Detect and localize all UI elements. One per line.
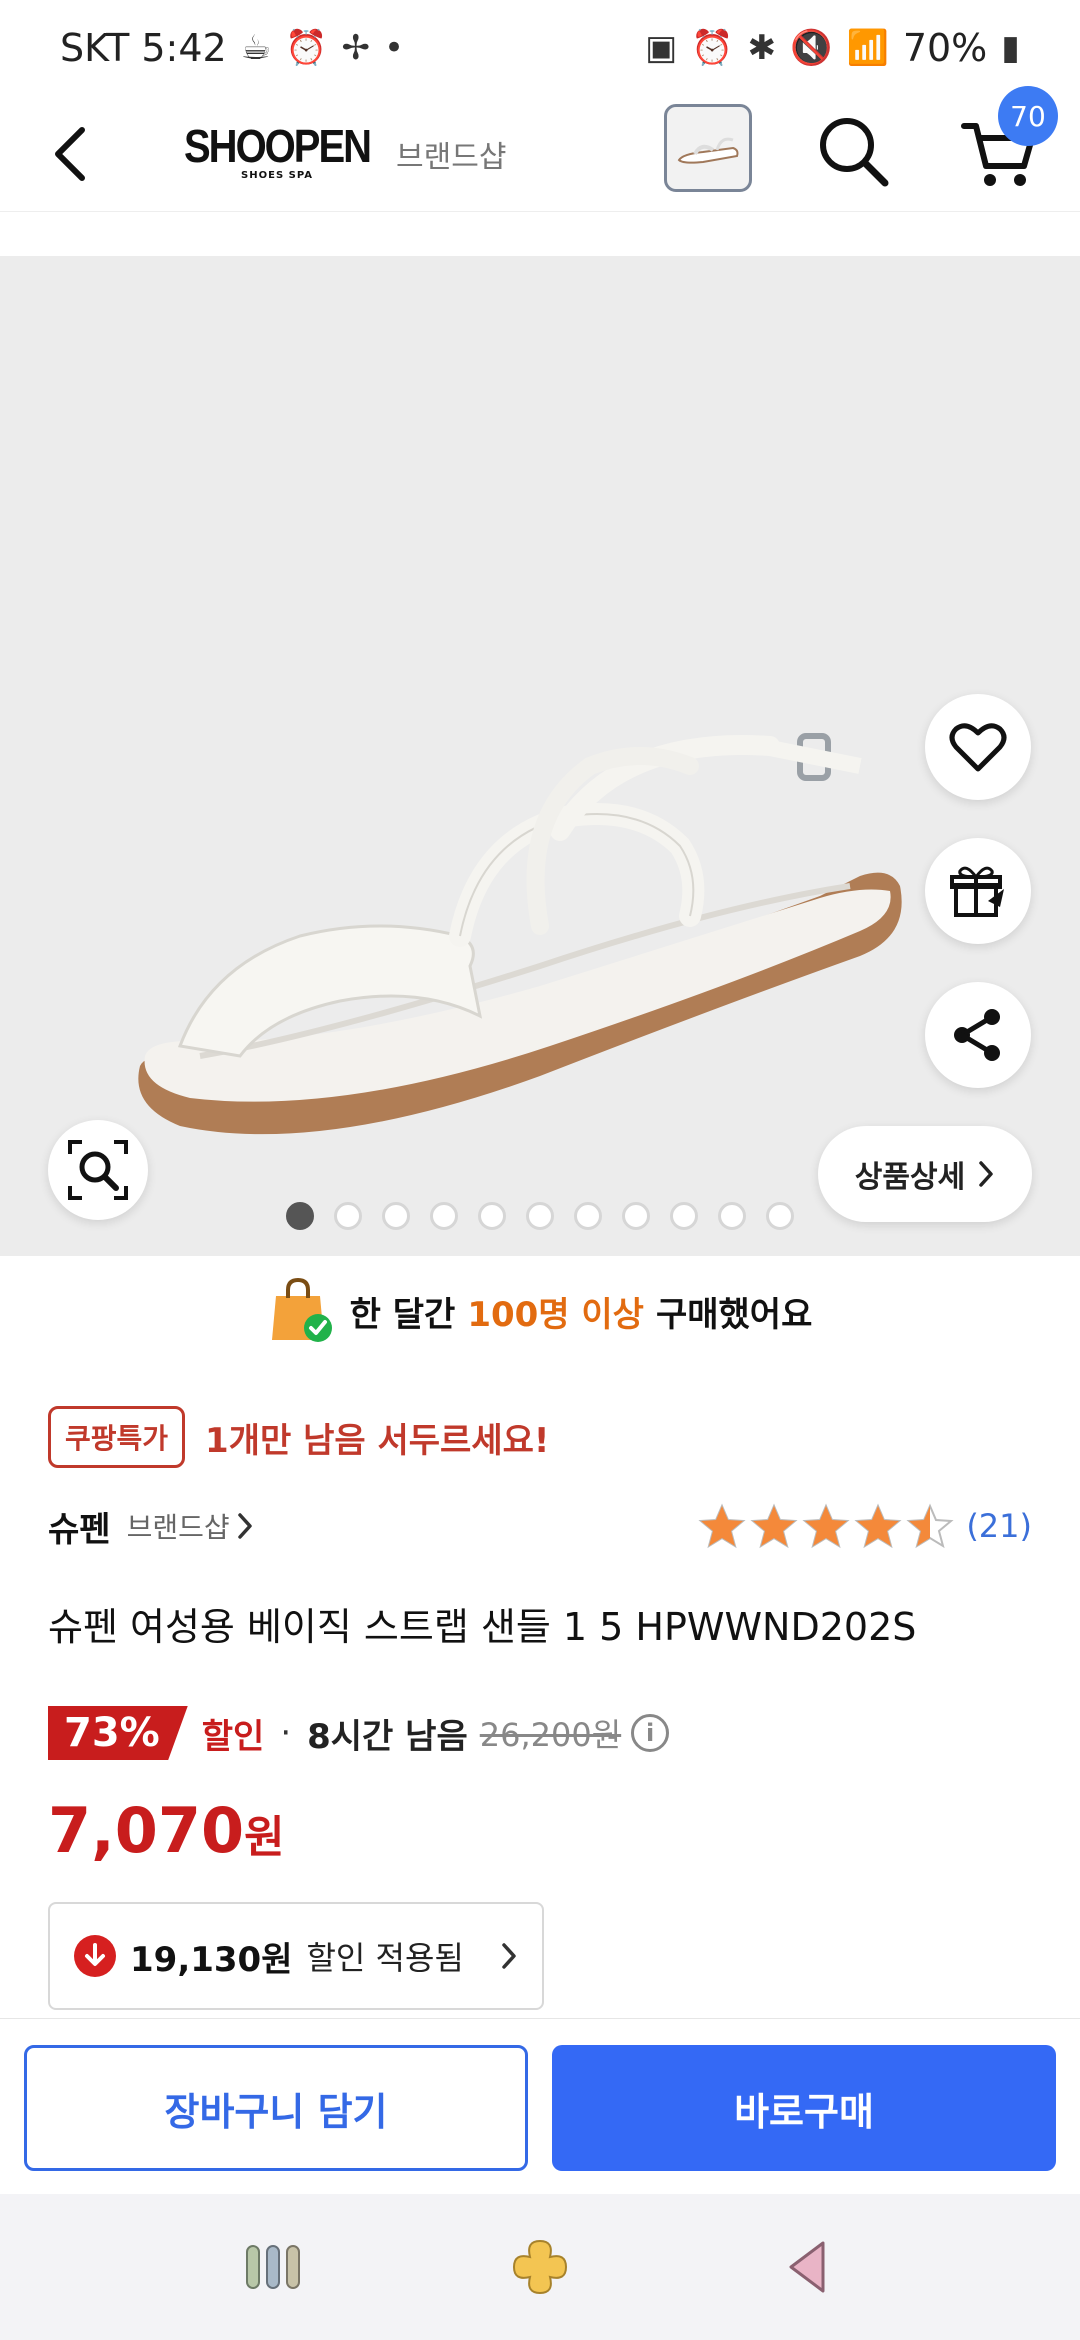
carousel-dot[interactable] (766, 1202, 794, 1230)
discount-label: 할인 (201, 1716, 265, 1757)
brand-shop-link[interactable]: 브랜드샵 (396, 132, 506, 176)
review-count[interactable]: (21) (966, 1507, 1032, 1545)
carousel-dot[interactable] (382, 1202, 410, 1230)
info-icon[interactable]: i (631, 1714, 670, 1752)
back-button[interactable] (0, 96, 140, 212)
gift-rocket-icon (950, 866, 1004, 917)
alarm-icon: ⏰ (285, 28, 328, 68)
back-triangle-icon (789, 2241, 825, 2293)
star-icon (750, 1503, 798, 1549)
cart-count-badge: 70 (998, 86, 1058, 146)
share-icon (954, 1009, 1000, 1061)
mute-icon: 🔇 (790, 28, 833, 68)
add-to-cart-button[interactable]: 장바구니 담기 (24, 2045, 528, 2171)
heart-icon (949, 723, 1007, 772)
chevron-right-icon (502, 1943, 516, 1969)
carousel-dot[interactable] (622, 1202, 650, 1230)
carousel-indicator[interactable] (0, 1202, 1080, 1230)
carousel-dot[interactable] (478, 1202, 506, 1230)
battery-percent: 70% (902, 26, 988, 70)
dot-icon: • (384, 28, 405, 68)
final-price: 7,070원 (48, 1794, 285, 1867)
fan-icon: ✢ (341, 28, 371, 68)
brand-rating-row: 슈펜 브랜드샵 (21) (48, 1496, 1032, 1556)
star-icon (802, 1503, 850, 1549)
back-arrow-icon (55, 126, 85, 181)
carousel-dot[interactable] (430, 1202, 458, 1230)
deal-row: 쿠팡특가 1개만 남음 서두르세요! (48, 1406, 549, 1468)
time-left: 8시간 남음 (307, 1716, 468, 1757)
home-button[interactable] (490, 2217, 590, 2317)
brand-logo-text: SHOOPEN (184, 121, 372, 172)
star-icon (906, 1503, 954, 1549)
home-clover-icon (512, 2239, 567, 2295)
star-icon (698, 1503, 746, 1549)
banner-highlight: 100명 이상 (467, 1294, 644, 1335)
status-left: SKT 5:42 ☕ ⏰ ✢ • (60, 26, 404, 70)
search-icon (820, 118, 889, 187)
app-notification-icon: ▣ (645, 28, 678, 68)
app-header: SHOOPEN SHOES SPA 브랜드샵 (0, 96, 1080, 212)
brand-name[interactable]: 슈펜 (48, 1502, 111, 1551)
carousel-dot[interactable] (574, 1202, 602, 1230)
recent-apps-button[interactable] (223, 2217, 323, 2317)
product-sandal-image (138, 733, 902, 1135)
separator-dot: · (280, 1713, 292, 1753)
chevron-right-icon[interactable] (236, 1511, 254, 1541)
banner-prefix: 한 달간 (349, 1294, 456, 1335)
discount-badge: 73% (48, 1706, 188, 1760)
shopping-bag-check-icon (271, 1277, 332, 1342)
status-bar: SKT 5:42 ☕ ⏰ ✢ • ▣ ⏰ ✱ 🔇 📶 70% ▮ (0, 0, 1080, 96)
recent-apps-icon (246, 2245, 301, 2289)
coupon-applied-text: 할인 적용됨 (306, 1939, 464, 1977)
star-icon (854, 1503, 902, 1549)
sandal-thumbnail-icon (677, 137, 739, 164)
carousel-dot[interactable] (718, 1202, 746, 1230)
rating-stars[interactable] (698, 1503, 954, 1549)
coupang-deal-badge: 쿠팡특가 (48, 1406, 186, 1468)
carrier-time: SKT 5:42 (60, 26, 227, 70)
battery-icon: ▮ (1001, 28, 1020, 68)
system-nav-bar (0, 2194, 1080, 2340)
coffee-icon: ☕ (240, 28, 272, 68)
carousel-dot[interactable] (286, 1202, 314, 1230)
gift-button[interactable] (925, 838, 1031, 944)
coupon-discount-button[interactable]: 19,130원 할인 적용됨 (48, 1902, 544, 2010)
brand-logo[interactable]: SHOOPEN SHOES SPA (184, 121, 372, 181)
product-thumbnail[interactable] (664, 104, 752, 192)
product-title: 슈펜 여성용 베이직 스트랩 샌들 1 5 HPWWND202S (48, 1605, 917, 1649)
product-image-carousel[interactable]: 상품상세 (0, 256, 1080, 1256)
banner-suffix: 구매했어요 (655, 1294, 813, 1335)
product-detail-label: 상품상세 (854, 1160, 966, 1195)
search-button[interactable] (808, 106, 898, 196)
bluetooth-icon: ✱ (747, 28, 777, 68)
final-price-unit: 원 (244, 1812, 285, 1863)
alarm-status-icon: ⏰ (691, 28, 734, 68)
original-price: 26,200원 (479, 1716, 622, 1754)
final-price-number: 7,070 (48, 1794, 245, 1867)
coupon-amount: 19,130원 (130, 1939, 293, 1980)
status-right: ▣ ⏰ ✱ 🔇 📶 70% ▮ (645, 26, 1020, 70)
bottom-action-bar: 장바구니 담기 바로구매 (0, 2018, 1080, 2194)
back-nav-button[interactable] (757, 2217, 857, 2317)
brand-shop-link-text[interactable]: 브랜드샵 (127, 1506, 230, 1546)
wifi-icon: 📶 (846, 28, 889, 68)
carousel-dot[interactable] (334, 1202, 362, 1230)
share-button[interactable] (925, 982, 1031, 1088)
stock-warning-text: 1개만 남음 서두르세요! (205, 1420, 550, 1461)
down-arrow-icon (74, 1935, 116, 1977)
chevron-right-icon (979, 1161, 993, 1187)
wishlist-button[interactable] (925, 694, 1031, 800)
image-search-icon (68, 1140, 128, 1200)
carousel-dot[interactable] (526, 1202, 554, 1230)
purchase-count-banner: 한 달간 100명 이상 구매했어요 (0, 1256, 1080, 1366)
buy-now-button[interactable]: 바로구매 (552, 2045, 1056, 2171)
price-row: 73% 할인 · 8시간 남음 26,200원 i (48, 1706, 670, 1760)
carousel-dot[interactable] (670, 1202, 698, 1230)
